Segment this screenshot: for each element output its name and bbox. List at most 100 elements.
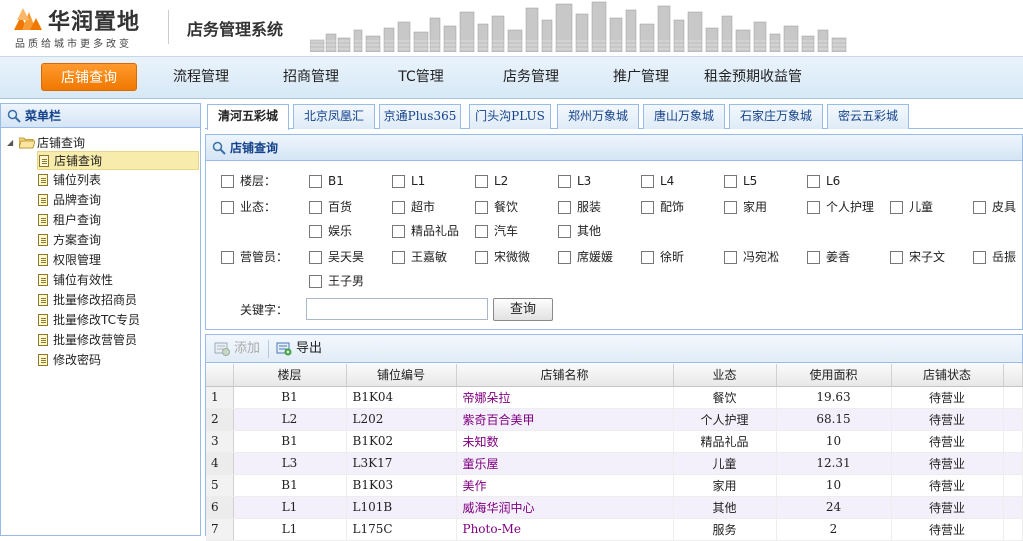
cell-shop-name-link[interactable]: 威海华润中心 xyxy=(456,496,674,519)
sidebar-item-label: 铺位列表 xyxy=(53,173,102,187)
sidebar-item-brand-query[interactable]: 品牌查询 xyxy=(37,191,199,210)
sidebar-item-tenant-query[interactable]: 租户查询 xyxy=(37,211,199,230)
format-option: 个人护理 xyxy=(826,200,875,214)
floor-all-checkbox[interactable] xyxy=(221,175,234,188)
nav-rent-forecast[interactable]: 租金预期收益管 xyxy=(695,63,811,91)
floor-l5-checkbox[interactable] xyxy=(724,175,737,188)
manager-checkbox[interactable] xyxy=(807,251,820,264)
manager-checkbox[interactable] xyxy=(309,251,322,264)
cell-shop-name-link[interactable]: 童乐屋 xyxy=(456,452,674,475)
tab-mentougou-plus[interactable]: 门头沟PLUS xyxy=(469,104,551,129)
sidebar-item-change-password[interactable]: 修改密码 xyxy=(37,351,199,370)
manager-checkbox[interactable] xyxy=(475,251,488,264)
manager-all-checkbox[interactable] xyxy=(221,251,234,264)
cell-shop-name-link[interactable]: 紫奇百合美甲 xyxy=(456,408,674,431)
sidebar-item-shop-query[interactable]: 店铺查询 xyxy=(37,151,199,170)
table-row[interactable]: 6 L1 L101B 威海华润中心 其他 24 待营业 xyxy=(206,496,1023,519)
column-header-floor[interactable]: 楼层 xyxy=(233,364,347,387)
sidebar-item-batch-leasing-agent[interactable]: 批量修改招商员 xyxy=(37,291,199,310)
table-row[interactable]: 2 L2 L202 紫奇百合美甲 个人护理 68.15 待营业 xyxy=(206,408,1023,431)
sidebar-item-batch-tc-specialist[interactable]: 批量修改TC专员 xyxy=(37,311,199,330)
format-checkbox[interactable] xyxy=(973,201,986,214)
table-row[interactable]: 5 B1 B1K03 美作 家用 10 待营业 xyxy=(206,474,1023,497)
cell-filler xyxy=(1003,474,1023,497)
tab-qinghe[interactable]: 清河五彩城 xyxy=(207,104,289,130)
format-checkbox[interactable] xyxy=(392,225,405,238)
nav-tc-management[interactable]: TC管理 xyxy=(389,63,453,91)
tab-beijing-fenghuanghui[interactable]: 北京凤凰汇 xyxy=(293,104,375,129)
nav-leasing-management[interactable]: 招商管理 xyxy=(273,63,349,91)
floor-l4-checkbox[interactable] xyxy=(641,175,654,188)
tab-jingtong-plus365[interactable]: 京通Plus365 xyxy=(379,104,461,129)
manager-checkbox[interactable] xyxy=(724,251,737,264)
column-header-name[interactable]: 店铺名称 xyxy=(456,364,674,387)
nav-promotion-management[interactable]: 推广管理 xyxy=(603,63,679,91)
format-checkbox[interactable] xyxy=(392,201,405,214)
floor-l2-checkbox[interactable] xyxy=(475,175,488,188)
format-checkbox[interactable] xyxy=(475,201,488,214)
add-button[interactable]: 添加 xyxy=(212,339,260,359)
floor-label: 楼层： xyxy=(240,174,277,188)
column-header-format[interactable]: 业态 xyxy=(673,364,777,387)
document-icon xyxy=(38,214,48,226)
table-row[interactable]: 7 L1 L175C Photo-Me 服务 2 待营业 xyxy=(206,518,1023,541)
tab-shijiazhuang-mixc[interactable]: 石家庄万象城 xyxy=(729,104,823,129)
table-row[interactable]: 4 L3 L3K17 童乐屋 儿童 12.31 待营业 xyxy=(206,452,1023,475)
cell-shop-name-link[interactable]: 帝娜朵拉 xyxy=(456,386,674,409)
tree-expand-toggle[interactable]: ◢ xyxy=(7,134,13,152)
cell-shop-name-link[interactable]: Photo-Me xyxy=(456,518,674,541)
column-header-status[interactable]: 店铺状态 xyxy=(891,364,1004,387)
cell-floor: L1 xyxy=(233,518,347,541)
tab-zhengzhou-mixc[interactable]: 郑州万象城 xyxy=(557,104,639,129)
format-checkbox[interactable] xyxy=(724,201,737,214)
nav-process-management[interactable]: 流程管理 xyxy=(163,63,239,91)
search-button[interactable]: 查询 xyxy=(493,298,553,321)
export-button[interactable]: 导出 xyxy=(274,339,322,359)
format-checkbox[interactable] xyxy=(309,225,322,238)
tab-tangshan-mixc[interactable]: 唐山万象城 xyxy=(643,104,725,129)
cell-shop-name-link[interactable]: 未知数 xyxy=(456,430,674,453)
cell-area: 24 xyxy=(776,496,892,519)
floor-option: L6 xyxy=(826,174,841,188)
floor-l3-checkbox[interactable] xyxy=(558,175,571,188)
keyword-input[interactable] xyxy=(306,298,488,320)
sidebar-item-unit-validity[interactable]: 铺位有效性 xyxy=(37,271,199,290)
column-header-area[interactable]: 使用面积 xyxy=(776,364,892,387)
sidebar-item-plan-query[interactable]: 方案查询 xyxy=(37,231,199,250)
sidebar-item-unit-list[interactable]: 铺位列表 xyxy=(37,171,199,190)
table-row[interactable]: 1 B1 B1K04 帝娜朵拉 餐饮 19.63 待营业 xyxy=(206,386,1023,409)
format-checkbox[interactable] xyxy=(309,201,322,214)
nav-store-management[interactable]: 店务管理 xyxy=(493,63,569,91)
format-checkbox[interactable] xyxy=(475,225,488,238)
sidebar-item-batch-ops-manager[interactable]: 批量修改营管员 xyxy=(37,331,199,350)
format-all-checkbox[interactable] xyxy=(221,201,234,214)
floor-l1-checkbox[interactable] xyxy=(392,175,405,188)
sidebar-item-label: 批量修改招商员 xyxy=(53,293,138,307)
format-checkbox[interactable] xyxy=(890,201,903,214)
document-icon xyxy=(38,334,48,346)
cell-shop-name-link[interactable]: 美作 xyxy=(456,474,674,497)
cell-filler xyxy=(1003,452,1023,475)
floor-l6-checkbox[interactable] xyxy=(807,175,820,188)
manager-checkbox[interactable] xyxy=(309,275,322,288)
cell-status: 待营业 xyxy=(891,518,1004,541)
format-checkbox[interactable] xyxy=(807,201,820,214)
floor-b1-checkbox[interactable] xyxy=(309,175,322,188)
export-icon xyxy=(276,342,292,356)
manager-checkbox[interactable] xyxy=(973,251,986,264)
nav-shop-query[interactable]: 店铺查询 xyxy=(41,63,137,91)
table-row[interactable]: 3 B1 B1K02 未知数 精品礼品 10 待营业 xyxy=(206,430,1023,453)
manager-checkbox[interactable] xyxy=(890,251,903,264)
sidebar-item-label: 租户查询 xyxy=(53,213,102,227)
manager-checkbox[interactable] xyxy=(641,251,654,264)
manager-checkbox[interactable] xyxy=(392,251,405,264)
manager-checkbox[interactable] xyxy=(558,251,571,264)
floor-option: L2 xyxy=(494,174,509,188)
tab-miyun[interactable]: 密云五彩城 xyxy=(827,104,909,129)
format-checkbox[interactable] xyxy=(558,201,571,214)
column-header-unit[interactable]: 铺位编号 xyxy=(346,364,457,387)
format-checkbox[interactable] xyxy=(558,225,571,238)
cell-filler xyxy=(1003,496,1023,519)
format-checkbox[interactable] xyxy=(641,201,654,214)
sidebar-item-permissions[interactable]: 权限管理 xyxy=(37,251,199,270)
